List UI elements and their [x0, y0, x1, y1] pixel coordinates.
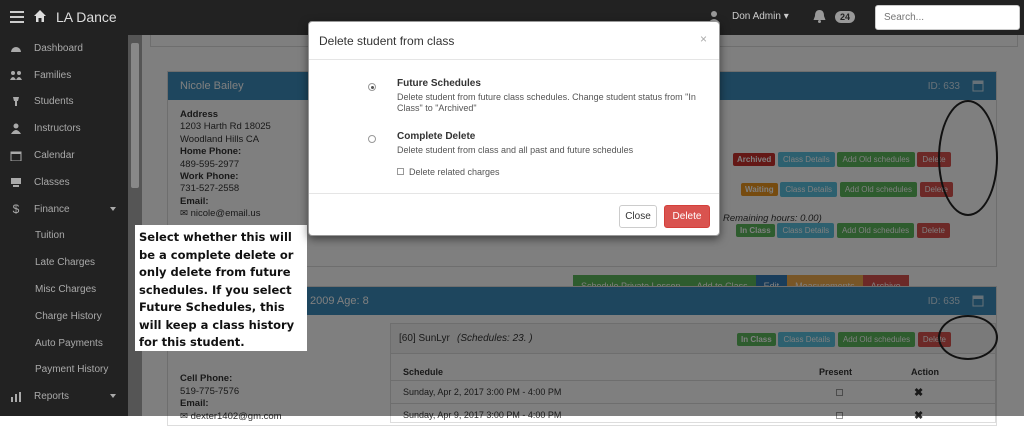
sidebar-item-label: Finance	[34, 203, 70, 215]
option-description: Delete student from class and all past a…	[397, 144, 634, 155]
sidebar-item-label: Charge History	[35, 310, 102, 322]
close-icon[interactable]: ×	[700, 32, 707, 46]
chevron-down-icon	[110, 394, 116, 399]
sidebar-item-reports[interactable]: Reports	[0, 383, 128, 410]
sidebar-item-late-charges[interactable]: Late Charges	[0, 249, 128, 276]
sidebar-item-dashboard[interactable]: Dashboard	[0, 35, 128, 62]
classes-icon	[11, 177, 21, 187]
sidebar-item-charge-history[interactable]: Charge History	[0, 303, 128, 330]
option-title: Complete Delete	[397, 131, 476, 142]
option-title: Future Schedules	[397, 78, 481, 89]
sidebar-item-label: Reports	[34, 391, 70, 403]
delete-button[interactable]: Delete	[664, 205, 710, 228]
notification-count-badge: 24	[835, 11, 856, 23]
future-schedules-option: Future Schedules Delete student from fut…	[397, 78, 702, 115]
option-description: Delete student from future class schedul…	[397, 91, 696, 114]
instructors-icon	[11, 123, 21, 135]
students-icon	[13, 97, 19, 107]
finance-icon: $	[12, 201, 20, 216]
highlight-ellipse	[938, 315, 998, 360]
dashboard-icon	[11, 46, 21, 52]
search-input[interactable]	[875, 5, 1020, 30]
modal-footer: Close Delete	[309, 193, 719, 237]
sidebar-item-label: Misc Charges	[35, 284, 97, 296]
scrollbar-thumb[interactable]	[131, 43, 139, 188]
sidebar-item-tuition[interactable]: Tuition	[0, 223, 128, 250]
sidebar-item-label: Dashboard	[34, 42, 83, 54]
sidebar-item-auto-payments[interactable]: Auto Payments	[0, 330, 128, 357]
close-button[interactable]: Close	[619, 205, 657, 228]
menu-icon[interactable]	[10, 11, 24, 23]
sidebar-item-finance[interactable]: $ Finance	[0, 196, 128, 223]
sidebar: Dashboard Families Students Instructors …	[0, 35, 128, 416]
modal-title: Delete student from class	[319, 34, 455, 48]
sidebar-item-calendar[interactable]: Calendar	[0, 142, 128, 169]
sidebar-item-label: Payment History	[35, 364, 109, 376]
sidebar-item-label: Instructors	[34, 123, 81, 135]
calendar-icon	[10, 151, 22, 162]
delete-student-modal: Delete student from class × Future Sched…	[308, 21, 720, 236]
app-title[interactable]: LA Dance	[56, 9, 117, 25]
chevron-down-icon	[110, 206, 116, 211]
home-icon[interactable]	[33, 9, 47, 23]
user-menu[interactable]: Don Admin ▾	[732, 11, 789, 22]
modal-header: Delete student from class ×	[309, 22, 719, 60]
sidebar-item-students[interactable]: Students	[0, 89, 128, 116]
sidebar-item-label: Auto Payments	[35, 337, 103, 349]
delete-charges-checkbox[interactable]	[397, 168, 404, 175]
sidebar-item-instructors[interactable]: Instructors	[0, 115, 128, 142]
sidebar-item-label: Calendar	[34, 150, 75, 162]
future-schedules-radio[interactable]	[368, 83, 376, 91]
complete-delete-option: Complete Delete Delete student from clas…	[397, 131, 702, 156]
sidebar-item-payment-history[interactable]: Payment History	[0, 357, 128, 384]
sidebar-item-families[interactable]: Families	[0, 62, 128, 89]
families-icon	[10, 70, 22, 80]
reports-icon	[11, 392, 21, 403]
sidebar-item-label: Tuition	[35, 230, 65, 242]
sidebar-item-label: Classes	[34, 176, 70, 188]
sidebar-item-misc-charges[interactable]: Misc Charges	[0, 276, 128, 303]
sidebar-item-label: Families	[34, 69, 72, 81]
delete-charges-label: Delete related charges	[409, 167, 500, 177]
sidebar-item-label: Late Charges	[35, 257, 96, 269]
instruction-callout: Select whether this will be a complete d…	[135, 225, 307, 351]
bell-icon[interactable]	[813, 9, 826, 23]
sidebar-item-classes[interactable]: Classes	[0, 169, 128, 196]
sidebar-item-label: Students	[34, 96, 74, 108]
complete-delete-radio[interactable]	[368, 135, 376, 143]
highlight-ellipse	[938, 100, 998, 216]
